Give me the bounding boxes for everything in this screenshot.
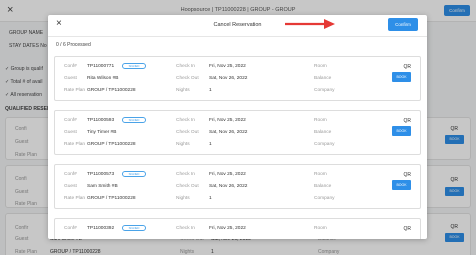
check-out-date: Sat, Nov 26, 2022 [209, 184, 248, 189]
reservation-card: Conf# TP11000593 SIGNED Guest Tiny Timer… [54, 110, 421, 155]
check-out-date: Sat, Nov 26, 2022 [209, 130, 248, 135]
reservation-card: Conf# TP11000771 SIGNED Guest Rita Wilso… [54, 56, 421, 101]
conf-number: TP11000392 [87, 226, 115, 231]
cancel-reservation-modal: × Cancel Reservation Confirm 0 / 6 Proce… [48, 15, 427, 239]
status-badge: SIGNED [122, 225, 146, 231]
nights: 1 [209, 142, 212, 147]
nights: 1 [209, 196, 212, 201]
check-in-date: Fri, Nov 25, 2022 [209, 118, 246, 123]
rate-plan: GROUP / TP11000228 [87, 142, 136, 147]
processed-count: 0 / 6 Processed [56, 42, 91, 48]
rate-plan: GROUP / TP11000228 [87, 88, 136, 93]
book-button[interactable]: BOOK [392, 180, 411, 190]
modal-title: Cancel Reservation [213, 22, 262, 28]
rate-plan: GROUP / TP11000228 [87, 196, 136, 201]
reservation-card: Conf# TP11000573 SIGNED Guest Sam Smith … [54, 164, 421, 209]
guest-name: Rita Wilson #B [87, 76, 119, 81]
rate-code: QR [403, 226, 412, 232]
red-arrow-icon [285, 19, 335, 29]
book-button[interactable]: BOOK [392, 126, 411, 136]
confirm-button[interactable]: Confirm [388, 18, 418, 31]
guest-name: Tiny Timer #B [87, 130, 117, 135]
check-in-date: Fri, Nov 25, 2022 [209, 226, 246, 231]
rate-code: QR [403, 172, 412, 178]
status-badge: SIGNED [122, 63, 146, 69]
rate-code: QR [403, 118, 412, 124]
conf-number: TP11000593 [87, 118, 115, 123]
reservation-card: Conf# TP11000392 SIGNED Check In Fri, No… [54, 218, 421, 239]
conf-number: TP11000573 [87, 172, 115, 177]
check-in-date: Fri, Nov 25, 2022 [209, 64, 246, 69]
status-badge: SIGNED [122, 117, 146, 123]
check-out-date: Sat, Nov 26, 2022 [209, 76, 248, 81]
conf-number: TP11000771 [87, 64, 115, 69]
book-button[interactable]: BOOK [392, 72, 411, 82]
nights: 1 [209, 88, 212, 93]
modal-divider [48, 36, 427, 37]
rate-code: QR [403, 64, 412, 70]
check-in-date: Fri, Nov 25, 2022 [209, 172, 246, 177]
status-badge: SIGNED [122, 171, 146, 177]
guest-name: Sam Smith #B [87, 184, 118, 189]
